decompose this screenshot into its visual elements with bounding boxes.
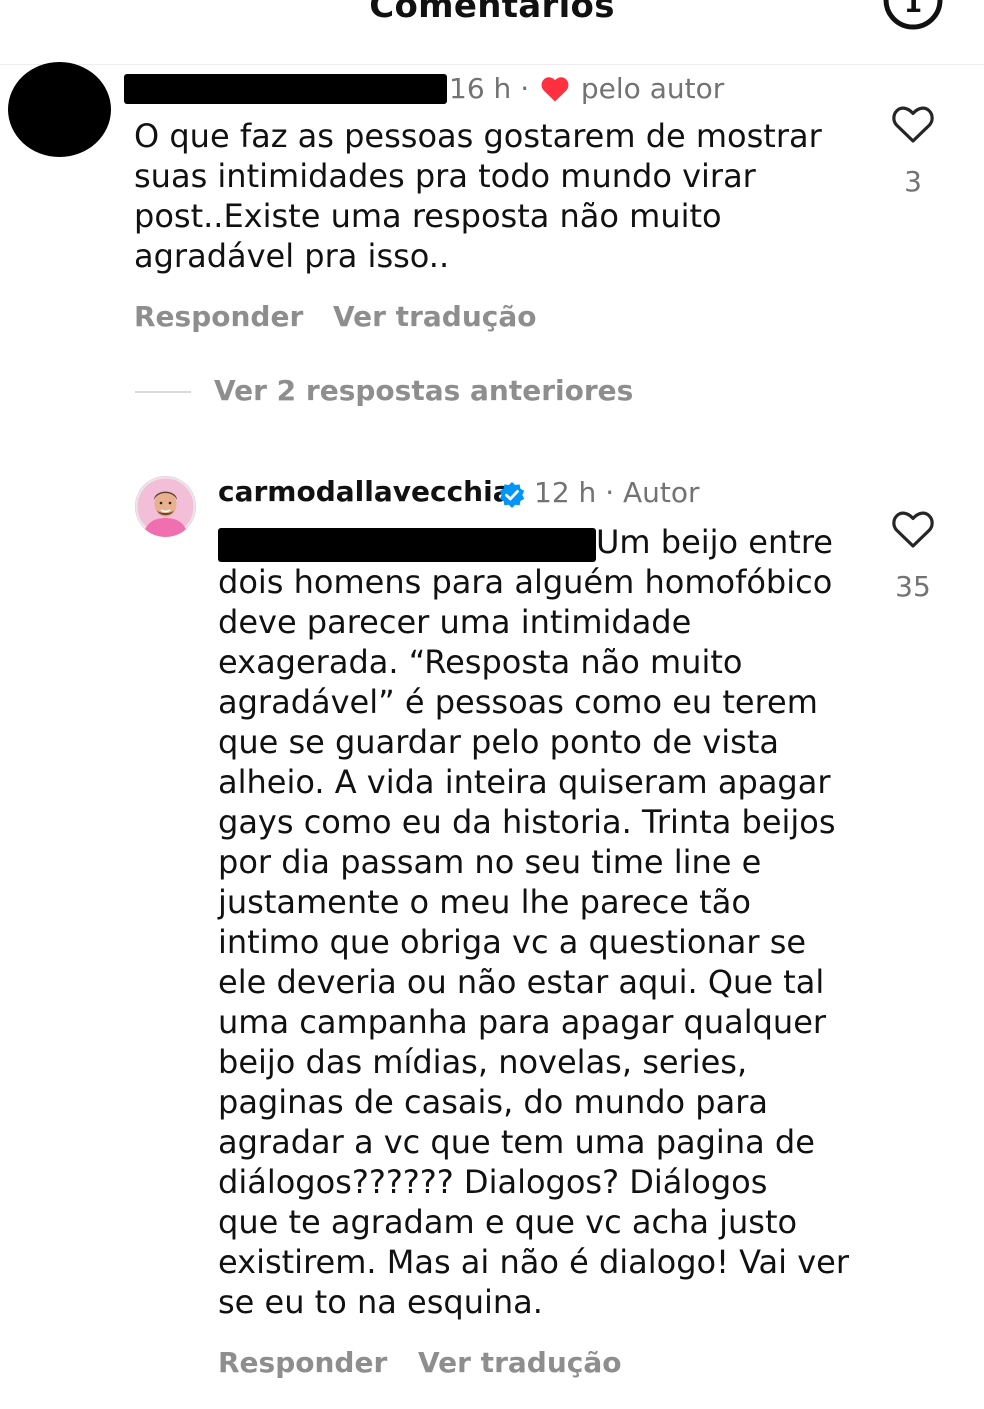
liked-by-author-label: pelo autor (580, 72, 725, 105)
filter-count-circle-icon[interactable]: 1 (882, 0, 944, 37)
reply-button[interactable]: Responder (134, 300, 303, 333)
avatar[interactable] (135, 476, 196, 537)
comment2-text-first-line: Um beijo entre (596, 523, 833, 561)
meta-dot: · (520, 72, 530, 105)
comment2-meta: 12 h · Autor (534, 476, 700, 509)
page-title: Comentários (369, 0, 615, 26)
comments-header: Comentários 1 (0, 0, 984, 65)
reply-button[interactable]: Responder (218, 1346, 387, 1379)
view-previous-replies-button[interactable]: Ver 2 respostas anteriores (214, 374, 633, 407)
avatar-redacted[interactable] (8, 62, 111, 157)
mention-redacted[interactable] (218, 528, 596, 562)
comment2-username[interactable]: carmodallavecchia (218, 475, 512, 508)
author-label: Autor (623, 476, 700, 509)
verified-badge-icon (499, 482, 525, 508)
avatar-photo (135, 476, 196, 537)
comment2-time: 12 h (534, 476, 597, 509)
translate-button[interactable]: Ver tradução (418, 1346, 621, 1379)
heart-filled-icon (541, 77, 569, 102)
username-redacted[interactable] (124, 74, 447, 104)
heart-outline-icon[interactable] (891, 104, 935, 144)
filter-count: 1 (904, 0, 922, 19)
comment1-meta: 16 h · pelo autor (449, 72, 724, 105)
heart-outline-icon[interactable] (891, 509, 935, 549)
comment2-text: dois homens para alguém homofóbico deve … (218, 563, 849, 1321)
thread-line (135, 391, 191, 393)
comment2-like-count: 35 (895, 570, 931, 603)
comment1-time: 16 h (449, 72, 512, 105)
translate-button[interactable]: Ver tradução (333, 300, 536, 333)
comment1-like-count: 3 (904, 165, 922, 198)
meta-dot: · (605, 476, 615, 509)
comment1-text: O que faz as pessoas gostarem de mostrar… (134, 117, 822, 275)
